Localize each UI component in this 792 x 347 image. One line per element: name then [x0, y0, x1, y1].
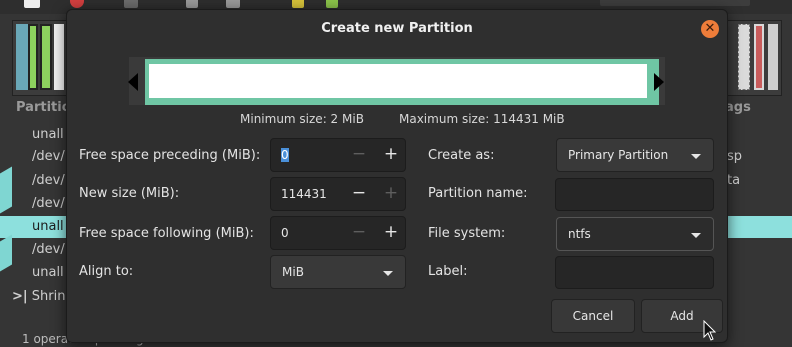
toolbar-delete-icon	[70, 0, 84, 8]
maximum-size-label: Maximum size: 114431 MiB	[399, 112, 565, 126]
desktop-stripe-1	[0, 166, 12, 214]
decrement-button[interactable]: −	[349, 222, 369, 242]
decrement-button[interactable]: −	[349, 183, 369, 203]
create-as-dropdown[interactable]: Primary Partition	[556, 138, 714, 172]
chevron-down-icon	[691, 233, 701, 238]
dialog-titlebar[interactable]: Create new Partition ✕	[67, 10, 727, 48]
column-header-partition: Partitio	[16, 100, 71, 115]
toolbar-new-icon	[24, 0, 40, 8]
graph-partition-2	[28, 24, 38, 90]
decrement-button[interactable]: −	[349, 144, 369, 164]
align-to-value: MiB	[282, 265, 304, 279]
graph-partition-7	[768, 24, 778, 90]
free-space-following-label: Free space following (MiB):	[79, 226, 254, 241]
file-system-label: File system:	[428, 226, 506, 241]
close-icon[interactable]: ✕	[701, 20, 719, 38]
increment-button[interactable]: +	[381, 144, 401, 164]
free-space-preceding-label: Free space preceding (MiB):	[79, 148, 261, 163]
partition-name-input[interactable]	[555, 178, 714, 211]
new-size-value[interactable]: 114431	[281, 187, 327, 201]
chevron-down-icon	[691, 154, 701, 159]
file-system-dropdown[interactable]: ntfs	[556, 217, 714, 251]
increment-button[interactable]: +	[381, 183, 401, 203]
chevron-down-icon	[383, 271, 393, 276]
toolbar-paste-icon	[226, 0, 240, 8]
toolbar-resize-icon	[124, 0, 138, 8]
resize-handle-right-icon[interactable]	[654, 73, 664, 91]
align-to-dropdown[interactable]: MiB	[270, 255, 406, 289]
free-space-following-spinbutton[interactable]: 0 − +	[270, 216, 406, 250]
volume-label-label: Label:	[428, 264, 468, 279]
volume-label-input[interactable]	[555, 256, 714, 289]
toolbar-apply-icon	[326, 0, 338, 8]
mouse-pointer-icon	[703, 320, 717, 341]
create-as-label: Create as:	[428, 148, 495, 163]
partition-bar-fill[interactable]	[149, 64, 647, 98]
cancel-button[interactable]: Cancel	[551, 299, 635, 333]
free-space-following-value[interactable]: 0	[281, 226, 289, 240]
graph-partition-1	[16, 24, 28, 90]
graph-partition-4	[54, 24, 64, 90]
align-to-label: Align to:	[79, 264, 134, 279]
free-space-preceding-spinbutton[interactable]: 0 − +	[270, 138, 406, 172]
partition-name-label: Partition name:	[428, 186, 528, 201]
device-selector	[600, 0, 750, 6]
resize-handle-left-icon[interactable]	[128, 73, 138, 91]
create-as-value: Primary Partition	[568, 148, 669, 162]
toolbar-undo-icon	[292, 0, 304, 8]
graph-partition-6	[754, 24, 764, 90]
graph-partition-5	[738, 24, 750, 90]
dialog-title: Create new Partition	[321, 21, 473, 36]
file-system-value: ntfs	[568, 227, 591, 241]
graph-partition-3	[40, 24, 52, 90]
free-space-preceding-value[interactable]: 0	[281, 148, 289, 162]
increment-button[interactable]: +	[381, 222, 401, 242]
shrink-info: >| Shrin	[12, 289, 66, 304]
new-size-label: New size (MiB):	[79, 186, 180, 201]
create-partition-dialog: Create new Partition ✕ Minimum size: 2 M…	[66, 9, 728, 343]
minimum-size-label: Minimum size: 2 MiB	[240, 112, 364, 126]
column-header-flags: ags	[725, 100, 751, 115]
new-size-spinbutton[interactable]: 114431 − +	[270, 177, 406, 211]
expand-icon: >|	[12, 289, 28, 304]
toolbar-copy-icon	[186, 0, 198, 8]
